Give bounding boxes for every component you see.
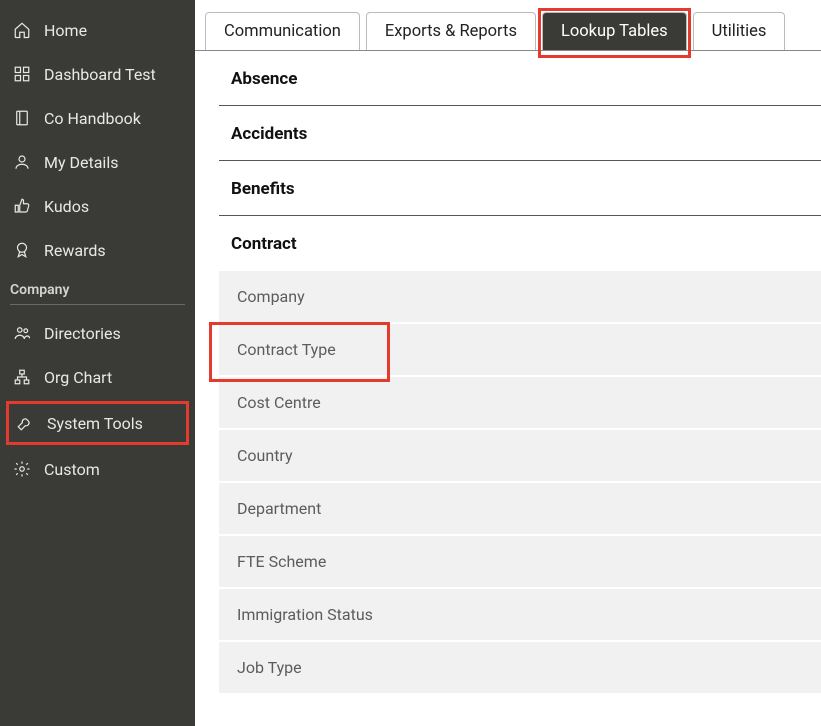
category-absence[interactable]: Absence (219, 51, 821, 106)
award-icon (12, 240, 32, 260)
tab-communication[interactable]: Communication (205, 12, 360, 50)
sub-company[interactable]: Company (219, 270, 821, 323)
sidebar-item-rewards[interactable]: Rewards (0, 228, 195, 272)
sidebar-item-label: Custom (44, 460, 100, 479)
home-icon (12, 20, 32, 40)
org-chart-icon (12, 367, 32, 387)
sidebar-item-label: Co Handbook (44, 109, 141, 128)
sidebar-item-label: Rewards (44, 241, 106, 260)
sidebar-group-company: Company (0, 272, 195, 304)
people-icon (12, 323, 32, 343)
sidebar-item-label: My Details (44, 153, 118, 172)
person-icon (12, 152, 32, 172)
category-benefits[interactable]: Benefits (219, 161, 821, 216)
dashboard-icon (12, 64, 32, 84)
sidebar-item-label: System Tools (47, 414, 143, 433)
sidebar-item-label: Kudos (44, 197, 89, 216)
sub-country[interactable]: Country (219, 429, 821, 482)
sub-contract-type[interactable]: Contract Type (219, 323, 821, 376)
sidebar-item-directories[interactable]: Directories (0, 311, 195, 355)
thumbs-up-icon (12, 196, 32, 216)
sidebar-item-home[interactable]: Home (0, 8, 195, 52)
tab-lookup-tables[interactable]: Lookup Tables (542, 12, 687, 50)
sidebar-divider (10, 304, 185, 305)
sidebar-item-label: Directories (44, 324, 121, 343)
sidebar: Home Dashboard Test Co Handbook My Detai… (0, 0, 195, 726)
sidebar-item-label: Org Chart (44, 368, 112, 387)
gear-icon (12, 459, 32, 479)
sidebar-item-co-handbook[interactable]: Co Handbook (0, 96, 195, 140)
sidebar-item-label: Dashboard Test (44, 65, 156, 84)
sub-department[interactable]: Department (219, 482, 821, 535)
sidebar-item-my-details[interactable]: My Details (0, 140, 195, 184)
main-content: Communication Exports & Reports Lookup T… (195, 0, 821, 726)
wrench-icon (15, 413, 35, 433)
category-accidents[interactable]: Accidents (219, 106, 821, 161)
sidebar-item-custom[interactable]: Custom (0, 447, 195, 491)
category-list: Absence Accidents Benefits Contract Comp… (195, 51, 821, 694)
sub-job-type[interactable]: Job Type (219, 641, 821, 694)
sidebar-item-kudos[interactable]: Kudos (0, 184, 195, 228)
sub-fte-scheme[interactable]: FTE Scheme (219, 535, 821, 588)
sidebar-item-dashboard-test[interactable]: Dashboard Test (0, 52, 195, 96)
contract-sublist: Company Contract Type Cost Centre Countr… (219, 270, 821, 694)
tab-exports-reports[interactable]: Exports & Reports (366, 12, 536, 50)
tab-utilities[interactable]: Utilities (693, 12, 786, 50)
tabs-bar: Communication Exports & Reports Lookup T… (195, 0, 821, 51)
sidebar-item-system-tools[interactable]: System Tools (6, 401, 189, 445)
sub-immigration-status[interactable]: Immigration Status (219, 588, 821, 641)
sidebar-item-org-chart[interactable]: Org Chart (0, 355, 195, 399)
sub-cost-centre[interactable]: Cost Centre (219, 376, 821, 429)
book-icon (12, 108, 32, 128)
sidebar-item-label: Home (44, 21, 87, 40)
category-contract[interactable]: Contract (219, 216, 821, 270)
